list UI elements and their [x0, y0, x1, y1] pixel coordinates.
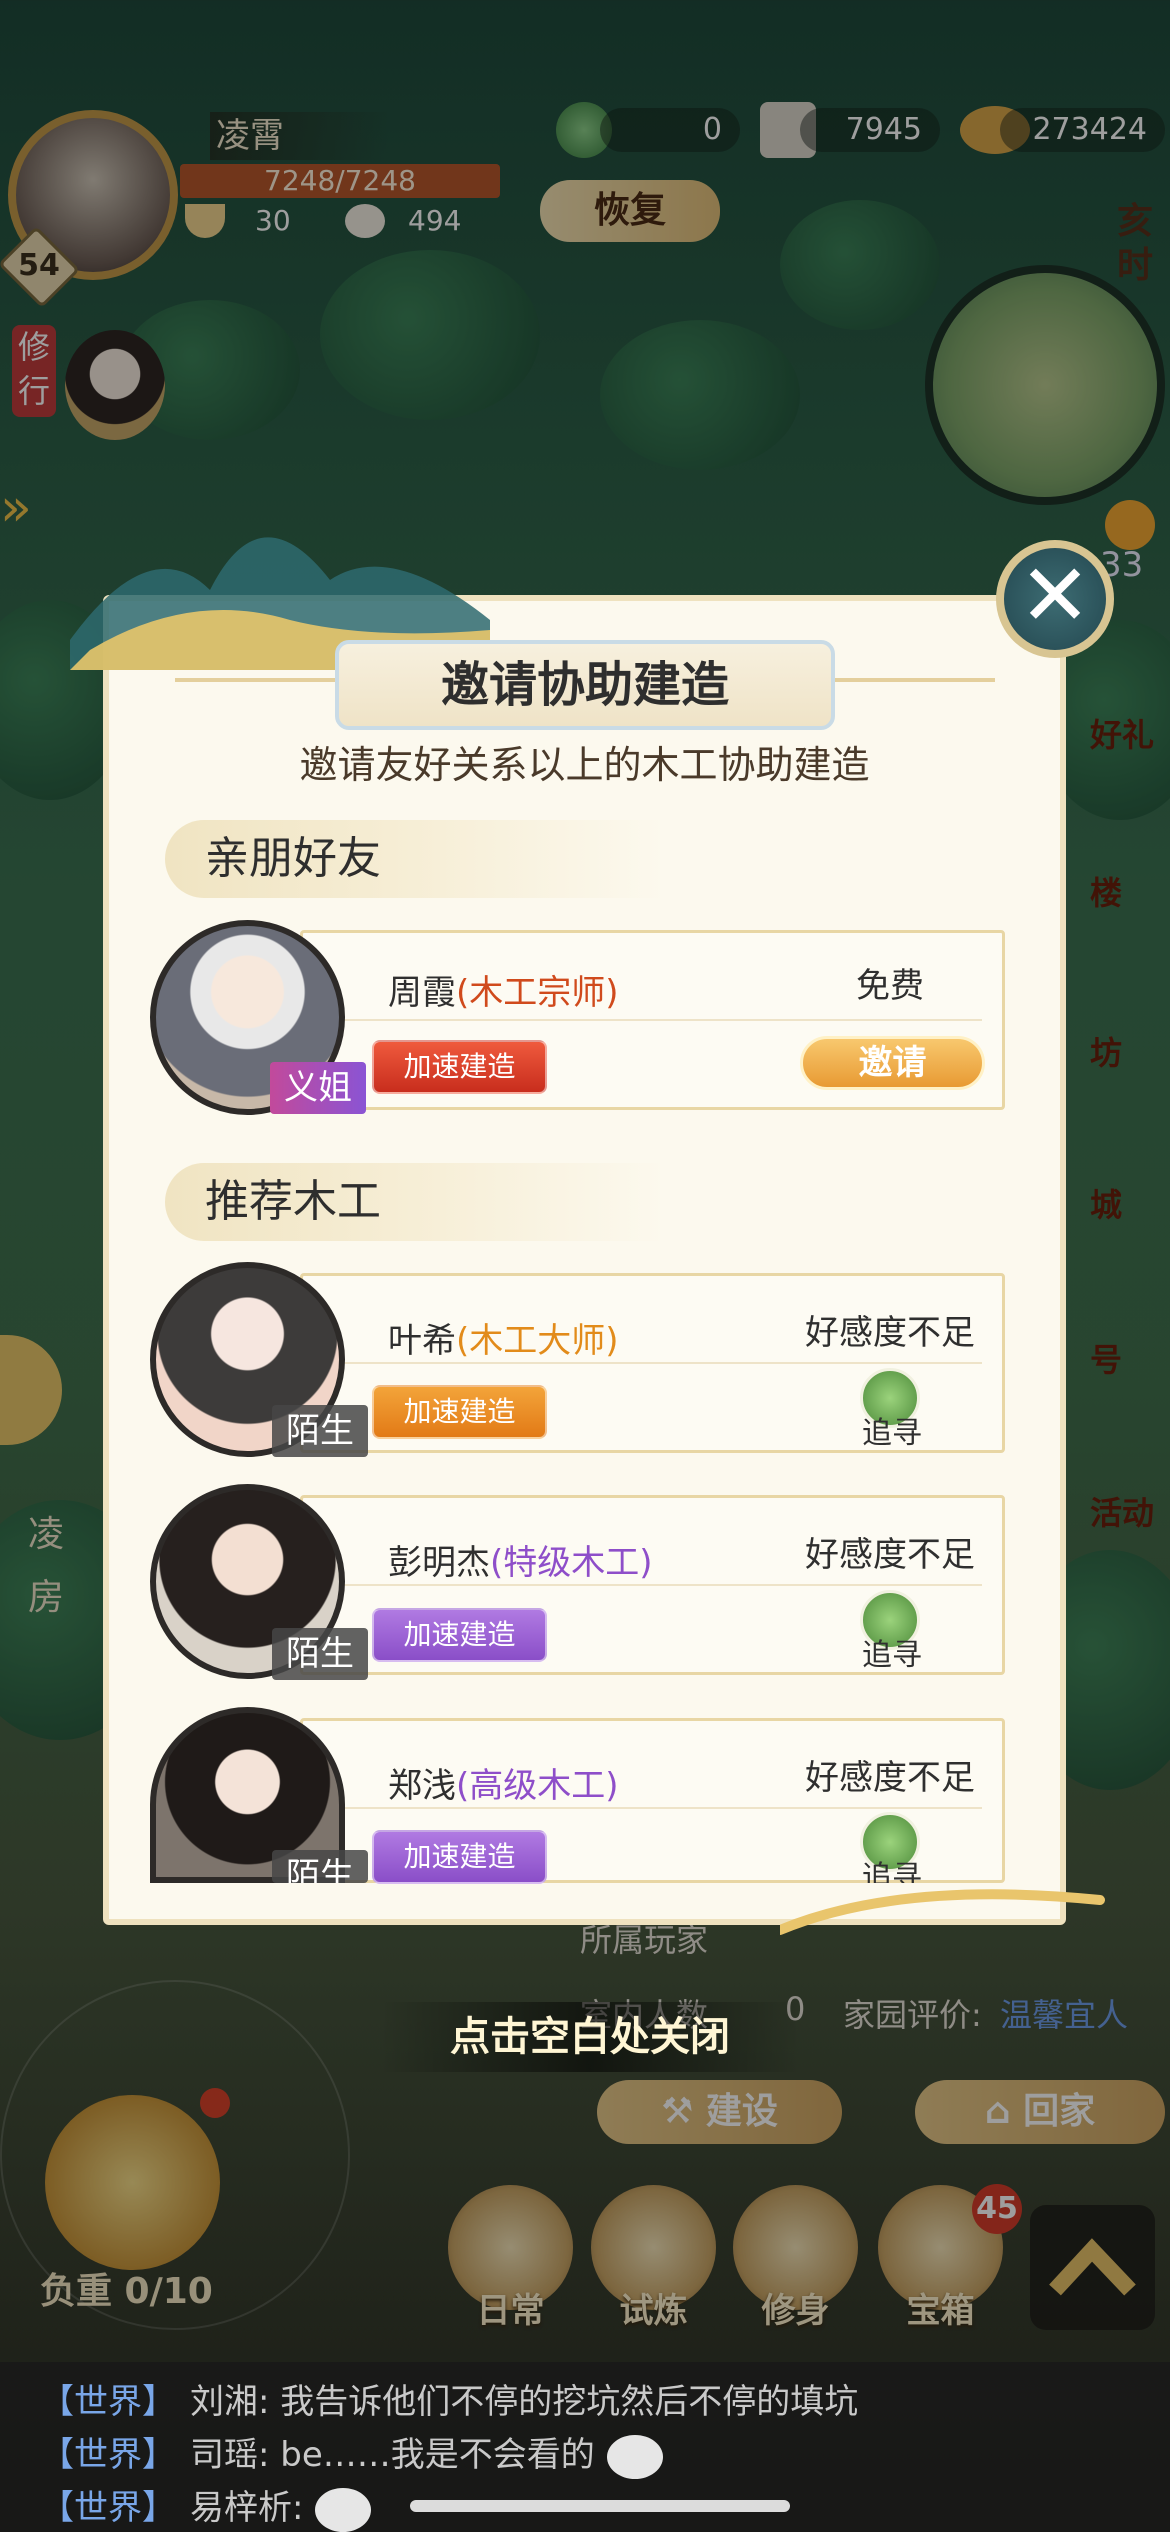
- chat-message: 【世界】 刘湘: 我告诉他们不停的挖坑然后不停的填坑: [40, 2382, 859, 2422]
- seek-button[interactable]: 追寻: [842, 1630, 942, 1674]
- npc-rank: (木工宗师): [456, 973, 619, 1013]
- invite-button[interactable]: 邀请: [800, 1036, 985, 1090]
- emoji-face-icon: [606, 2434, 663, 2479]
- close-button[interactable]: ✕: [996, 540, 1114, 658]
- npc-rank: (木工大师): [456, 1321, 619, 1361]
- speed-build-button[interactable]: 加速建造: [372, 1385, 547, 1439]
- relation-tag: 义姐: [270, 1062, 366, 1114]
- npc-rank: (特级木工): [490, 1543, 653, 1583]
- npc-name: 叶希(木工大师): [388, 1321, 619, 1361]
- close-icon: ✕: [1018, 546, 1092, 646]
- emoji-face-icon: [315, 2487, 372, 2532]
- affinity-status: 好感度不足: [805, 1313, 975, 1353]
- invite-status: 免费: [856, 966, 924, 1006]
- world-chat-panel[interactable]: 【世界】 刘湘: 我告诉他们不停的挖坑然后不停的填坑 【世界】 司瑶: be……我是…: [0, 2362, 1170, 2532]
- affinity-status: 好感度不足: [805, 1758, 975, 1798]
- speed-build-button[interactable]: 加速建造: [372, 1608, 547, 1662]
- title-ornament-right: [835, 678, 995, 682]
- seek-button[interactable]: 追寻: [842, 1408, 942, 1452]
- scroll-indicator[interactable]: [410, 2500, 790, 2512]
- title-ornament-left: [175, 678, 335, 682]
- relation-tag: 陌生: [272, 1405, 368, 1457]
- relation-tag: 陌生: [272, 1850, 368, 1883]
- gold-swoosh-decoration: [780, 1889, 1105, 1935]
- modal-subtitle: 邀请友好关系以上的木工协助建造: [299, 743, 870, 787]
- npc-name: 彭明杰(特级木工): [388, 1543, 653, 1583]
- speed-build-button[interactable]: 加速建造: [372, 1830, 547, 1884]
- affinity-status: 好感度不足: [805, 1535, 975, 1575]
- npc-rank: (高级木工): [456, 1766, 619, 1806]
- relation-tag: 陌生: [272, 1628, 368, 1680]
- tap-to-close-hint: 点击空白处关闭: [380, 2002, 800, 2072]
- chat-message: 【世界】 易梓析:: [40, 2480, 372, 2532]
- chat-message: 【世界】 司瑶: be……我是不会看的: [40, 2427, 663, 2479]
- modal-title: 邀请协助建造: [335, 640, 835, 730]
- speed-build-button[interactable]: 加速建造: [372, 1040, 547, 1094]
- npc-name: 郑浅(高级木工): [388, 1766, 619, 1806]
- section-recommended: 推荐木工: [165, 1163, 665, 1241]
- section-friends: 亲朋好友: [165, 820, 665, 898]
- npc-name: 周霞(木工宗师): [388, 973, 619, 1013]
